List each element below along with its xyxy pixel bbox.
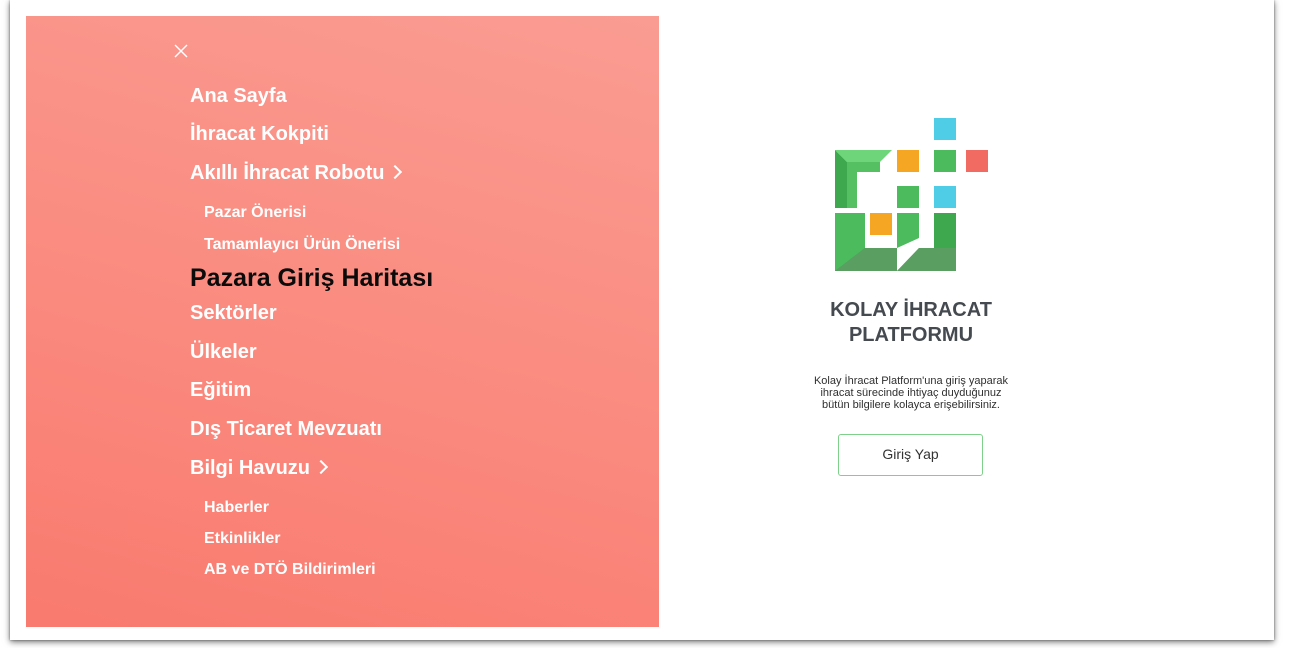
nav-item-label: Eğitim: [190, 379, 252, 401]
nav-item-knowledge-pool[interactable]: Bilgi Havuzu: [190, 456, 329, 480]
nav-item-label: Akıllı İhracat Robotu: [190, 162, 385, 184]
nav-item-foreign-trade-legislation[interactable]: Dış Ticaret Mevzuatı: [190, 417, 382, 441]
nav-subitem-complementary-product[interactable]: Tamamlayıcı Ürün Önerisi: [204, 235, 400, 255]
nav-item-label: Sektörler: [190, 302, 277, 324]
nav-subitem-label: Pazar Önerisi: [204, 204, 307, 221]
nav-item-countries[interactable]: Ülkeler: [190, 340, 257, 364]
chevron-right-icon: [388, 164, 403, 180]
nav-subitem-events[interactable]: Etkinlikler: [204, 529, 280, 549]
brand-description-line: bütün bilgilere kolayca erişebilirsiniz.: [822, 399, 1000, 411]
nav-subitem-label: Etkinlikler: [204, 530, 281, 547]
nav-item-sectors[interactable]: Sektörler: [190, 301, 277, 325]
nav-item-education[interactable]: Eğitim: [190, 378, 251, 402]
brand-title-line: KOLAY İHRACAT: [830, 299, 992, 321]
brand-description: Kolay İhracat Platform'una giriş yaparak…: [780, 375, 1042, 411]
nav-item-label: İhracat Kokpiti: [190, 123, 329, 145]
brand-title-line: PLATFORMU: [848, 324, 974, 346]
brand-title: KOLAY İHRACAT PLATFORMU: [780, 298, 1042, 348]
brand-description-line: ihracat sürecinde ihtiyaç duyduğunuz: [820, 387, 1002, 399]
kolay-ihracat-logo-icon: [835, 118, 988, 271]
nav-subitem-news[interactable]: Haberler: [204, 498, 269, 518]
nav-item-home[interactable]: Ana Sayfa: [190, 84, 287, 108]
nav-item-cockpit[interactable]: İhracat Kokpiti: [190, 122, 329, 146]
nav-subitem-eu-wto-notifications[interactable]: AB ve DTÖ Bildirimleri: [204, 560, 376, 580]
brand-description-line: Kolay İhracat Platform'una giriş yaparak: [813, 375, 1009, 387]
nav-subitem-label: Haberler: [204, 499, 269, 516]
nav-item-label: Dış Ticaret Mevzuatı: [190, 418, 382, 440]
nav-subitem-label: Tamamlayıcı Ürün Önerisi: [204, 236, 401, 253]
nav-subitem-label: AB ve DTÖ Bildirimleri: [204, 561, 376, 578]
nav-subitem-market-suggestion[interactable]: Pazar Önerisi: [204, 203, 306, 223]
login-button[interactable]: Giriş Yap: [838, 434, 983, 476]
nav-item-label: Ülkeler: [190, 341, 257, 363]
nav-item-label: Ana Sayfa: [190, 85, 287, 107]
nav-item-market-entry-map[interactable]: Pazara Giriş Haritası: [190, 263, 433, 293]
nav-item-label: Pazara Giriş Haritası: [190, 264, 434, 292]
nav-item-label: Bilgi Havuzu: [190, 457, 311, 479]
nav-item-robot[interactable]: Akıllı İhracat Robotu: [190, 161, 403, 185]
close-icon[interactable]: [174, 44, 188, 58]
chevron-right-icon: [313, 459, 329, 475]
side-menu-panel: Ana Sayfa İhracat Kokpiti Akıllı İhracat…: [26, 16, 659, 627]
